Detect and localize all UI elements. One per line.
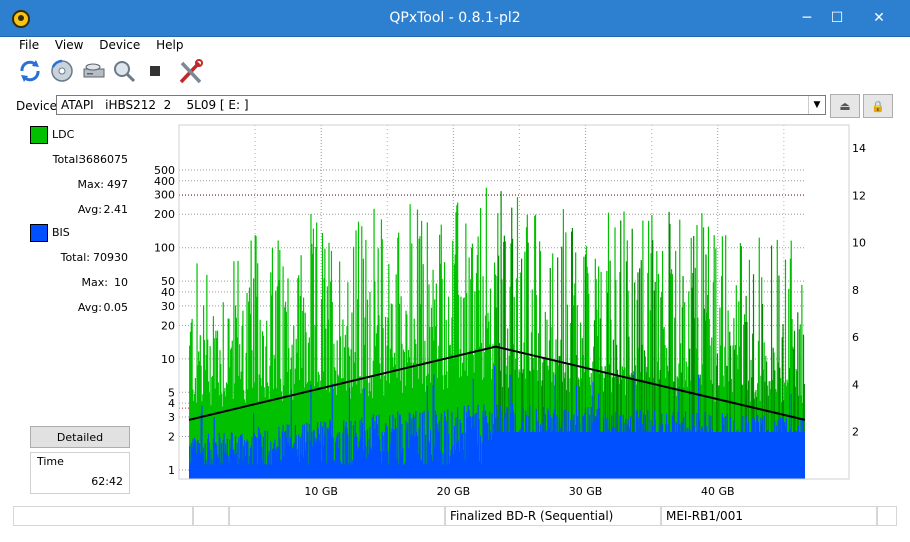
y-right-tick-label: 6 (852, 331, 859, 344)
status-cell-6 (877, 506, 897, 526)
y-left-tick-label: 200 (154, 208, 175, 221)
x-tick-label: 20 GB (437, 485, 471, 498)
y-right-tick-label: 4 (852, 378, 859, 391)
y-left-tick-label: 5 (168, 386, 175, 399)
x-tick-label: 30 GB (569, 485, 603, 498)
y-left-tick-label: 20 (161, 319, 175, 332)
scan-chart: 12345102030405010020030040050010 GB 20 GB… (154, 124, 866, 498)
y-left-tick-label: 100 (154, 242, 175, 255)
status-media-id: MEI-RB1/001 (661, 506, 877, 526)
y-right-tick-label: 2 (852, 426, 859, 439)
y-right-tick-label: 14 (852, 142, 866, 155)
y-right-tick-label: 12 (852, 189, 866, 202)
y-left-tick-label: 30 (161, 300, 175, 313)
status-cell-2 (193, 506, 229, 526)
x-tick-label: 10 GB (304, 485, 338, 498)
bis-base-band (189, 464, 805, 479)
status-bar: Finalized BD-R (Sequential) MEI-RB1/001 (13, 506, 897, 526)
status-cell-1 (13, 506, 193, 526)
x-tick-label: 40 GB (701, 485, 735, 498)
y-right-tick-label: 10 (852, 237, 866, 250)
y-left-tick-label: 300 (154, 189, 175, 202)
y-left-tick-label: 1 (168, 464, 175, 477)
y-left-tick-label: 10 (161, 353, 175, 366)
y-left-tick-label: 3 (168, 411, 175, 424)
y-left-tick-label: 50 (161, 275, 175, 288)
status-cell-3 (229, 506, 445, 526)
y-right-tick-label: 8 (852, 284, 859, 297)
y-left-tick-label: 500 (154, 164, 175, 177)
status-media-type: Finalized BD-R (Sequential) (445, 506, 661, 526)
y-left-tick-label: 2 (168, 431, 175, 444)
